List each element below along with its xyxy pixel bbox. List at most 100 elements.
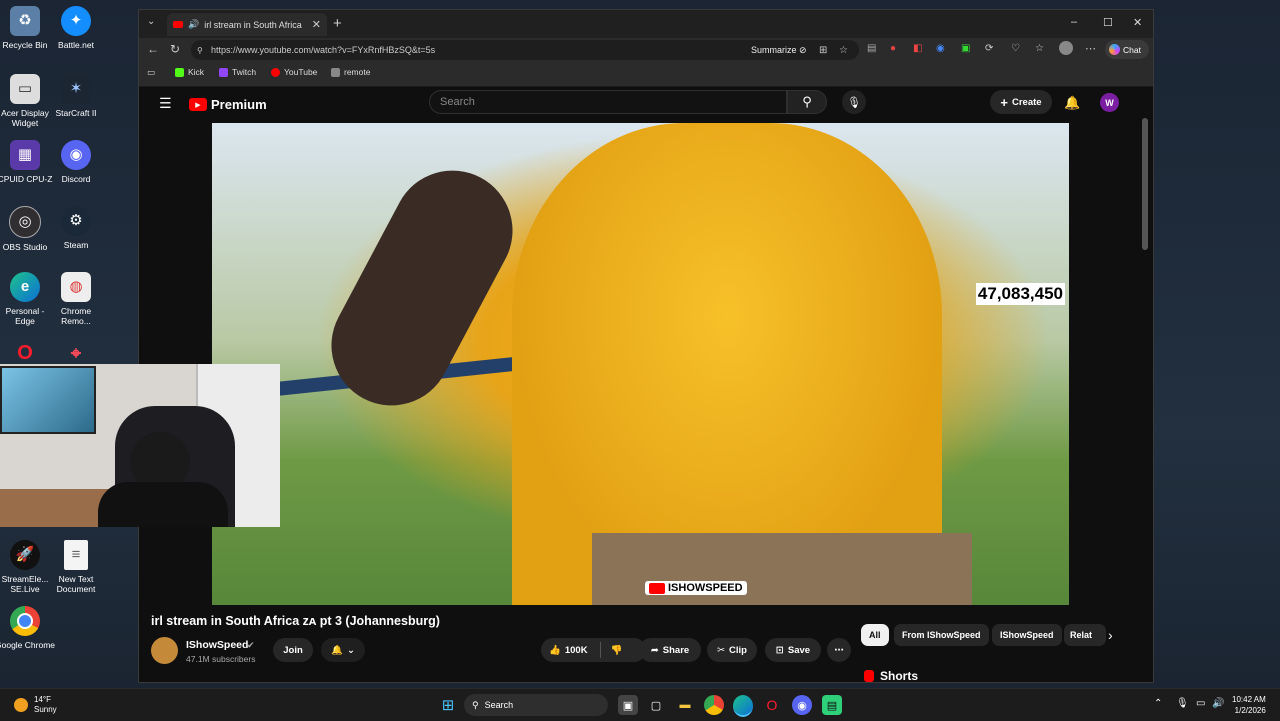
edge-taskbar-icon[interactable] [733, 695, 753, 717]
save-button[interactable]: ⊡ Save [765, 638, 821, 662]
favorite-remote[interactable]: remote [331, 67, 370, 77]
chrome-remote-icon: ◍ [61, 272, 91, 302]
back-arrow-icon[interactable]: ← [147, 42, 159, 56]
search-input[interactable]: Search [429, 90, 787, 114]
maximize-icon[interactable]: ☐ [1103, 16, 1113, 29]
clip-label: Clip [729, 644, 747, 656]
desktop-icon-starcraft[interactable]: ✶ StarCraft II [46, 74, 106, 118]
desktop-icon-discord[interactable]: ◉ Discord [46, 140, 106, 184]
desktop-icon-chrome-remote[interactable]: ◍ Chrome Remo... [46, 272, 106, 326]
channel-name[interactable]: IShowSpeed [186, 639, 248, 651]
divider [599, 642, 601, 658]
streamelements-taskbar-icon[interactable]: ▤ [822, 695, 842, 715]
desktop-icon-battlenet[interactable]: ✦ Battle.net [46, 6, 106, 50]
microphone-tray-icon[interactable]: 🎙 [1176, 698, 1189, 709]
youtube-logo[interactable]: ▶ Premium [189, 97, 267, 112]
verified-check-icon: ✔ [247, 640, 255, 650]
favorite-kick[interactable]: Kick [175, 67, 204, 77]
split-screen-icon[interactable]: ⊞ [819, 45, 827, 56]
channel-avatar[interactable] [151, 637, 178, 664]
chip-ishowspeed[interactable]: IShowSpeed [992, 624, 1062, 646]
extension-1-icon[interactable]: ▤ [867, 43, 876, 54]
chip-from-ishowspeed[interactable]: From IShowSpeed [894, 624, 989, 646]
favorite-label: YouTube [284, 67, 318, 77]
network-tray-icon[interactable]: ▭ [1196, 698, 1205, 709]
video-player[interactable]: 47,083,450 ISHOWSPEED [212, 123, 1069, 605]
favorites-icon[interactable]: ☆ [1035, 43, 1044, 54]
weather-widget[interactable]: 14°F Sunny [14, 695, 57, 715]
dislike-button[interactable]: 👎 [611, 645, 623, 656]
tab-actions-chevron-icon[interactable]: ⌄ [147, 16, 155, 27]
sun-icon [14, 698, 28, 712]
discord-taskbar-icon[interactable]: ◉ [792, 695, 812, 715]
file-explorer-icon[interactable]: ▬ [675, 695, 695, 715]
summarize-button[interactable]: Summarize ⊘ [751, 45, 807, 56]
viewer-counter: 47,083,450 [975, 283, 1065, 305]
chip-related[interactable]: Relat [1064, 624, 1106, 646]
extension-4-icon[interactable]: ◉ [936, 43, 945, 54]
minimize-icon[interactable]: – [1071, 16, 1077, 28]
voice-search-mic-icon[interactable]: 🎙 [842, 90, 866, 114]
browser-essentials-icon[interactable]: ♡ [1011, 43, 1020, 54]
desktop-icon-label: Battle.net [58, 40, 94, 50]
extension-5-icon[interactable]: ▣ [961, 43, 970, 54]
like-button[interactable]: 👍 100K [549, 645, 588, 656]
shorts-label: Shorts [880, 669, 919, 683]
account-avatar[interactable]: W [1100, 93, 1119, 112]
site-info-icon[interactable]: ⚲ [197, 46, 203, 55]
chips-next-chevron-icon[interactable]: › [1108, 627, 1113, 643]
volume-tray-icon[interactable]: 🔊 [1212, 698, 1224, 709]
desktop-icon-new-text-document[interactable]: ≡ New Text Document [46, 540, 106, 594]
chip-all[interactable]: All [861, 624, 889, 646]
task-view-icon[interactable]: ▣ [618, 695, 638, 715]
share-arrow-icon: ➦ [650, 644, 659, 656]
tray-overflow-chevron-icon[interactable]: ⌃ [1154, 698, 1162, 709]
opera-taskbar-icon[interactable]: O [762, 695, 782, 715]
more-menu-icon[interactable]: ⋯ [1085, 42, 1096, 55]
share-button[interactable]: ➦ Share [639, 638, 701, 662]
speaker-icon[interactable]: 🔊 [188, 19, 199, 30]
copilot-chat-button[interactable]: Chat [1105, 40, 1149, 59]
copilot-icon [1109, 44, 1120, 55]
remote-icon [331, 67, 340, 77]
favorites-bar-toggle-icon[interactable]: ▭ [147, 67, 155, 78]
address-toolbar: ← ↻ ⚲ https://www.youtube.com/watch?v=FY… [139, 38, 1153, 62]
clock[interactable]: 10:42 AM 1/2/2026 [1232, 694, 1266, 716]
youtube-favicon-icon [173, 21, 183, 28]
subscribe-notification-button[interactable]: 🔔 ⌄ [321, 638, 365, 662]
clip-button[interactable]: ✂ Clip [707, 638, 757, 662]
desktop-icon-google-chrome[interactable]: Google Chrome [0, 606, 55, 650]
search-button[interactable]: ⚲ [787, 90, 827, 114]
address-bar[interactable]: ⚲ https://www.youtube.com/watch?v=FYxRnf… [191, 40, 859, 60]
new-tab-plus-icon[interactable]: + [333, 15, 342, 32]
chrome-taskbar-icon[interactable] [704, 695, 724, 715]
obs-icon: ◎ [9, 206, 41, 238]
profile-avatar[interactable] [1059, 41, 1073, 55]
close-window-icon[interactable]: ✕ [1133, 16, 1142, 29]
tab-close-icon[interactable]: ✕ [312, 18, 321, 31]
taskbar: 14°F Sunny ⊞ ⚲ Search ▣ ▢ ▬ O ◉ ▤ ⌃ 🎙 ▭ … [0, 688, 1280, 721]
start-windows-icon[interactable]: ⊞ [438, 695, 458, 715]
browser-tab-active[interactable]: 🔊 irl stream in South Africa ᴢᴀ pt ✕ [167, 13, 327, 36]
favorite-youtube[interactable]: YouTube [271, 67, 317, 77]
extension-2-icon[interactable]: ● [890, 43, 896, 54]
favorite-star-icon[interactable]: ☆ [839, 45, 848, 56]
desktop-icon-steam[interactable]: ⚙ Steam [46, 206, 106, 250]
taskbar-app-icon[interactable]: ▢ [646, 695, 666, 715]
create-label: Create [1012, 96, 1042, 108]
hamburger-menu-icon[interactable]: ☰ [159, 95, 172, 112]
extensions-puzzle-icon[interactable]: ⟳ [985, 43, 993, 54]
extension-3-icon[interactable]: ◧ [913, 43, 922, 54]
more-dots-icon: ⋯ [834, 644, 844, 656]
desktop-icon-label: StarCraft II [55, 108, 97, 118]
create-button[interactable]: + Create [990, 90, 1052, 114]
more-actions-button[interactable]: ⋯ [827, 638, 851, 662]
favorite-twitch[interactable]: Twitch [219, 67, 256, 77]
page-scrollbar[interactable] [1142, 118, 1148, 250]
taskbar-search-label: Search [484, 700, 514, 710]
recycle-bin-icon: ♻ [10, 6, 40, 36]
taskbar-search[interactable]: ⚲ Search [464, 694, 608, 716]
join-button[interactable]: Join [273, 638, 313, 662]
refresh-icon[interactable]: ↻ [170, 42, 180, 56]
notifications-bell-icon[interactable]: 🔔 [1064, 95, 1080, 111]
